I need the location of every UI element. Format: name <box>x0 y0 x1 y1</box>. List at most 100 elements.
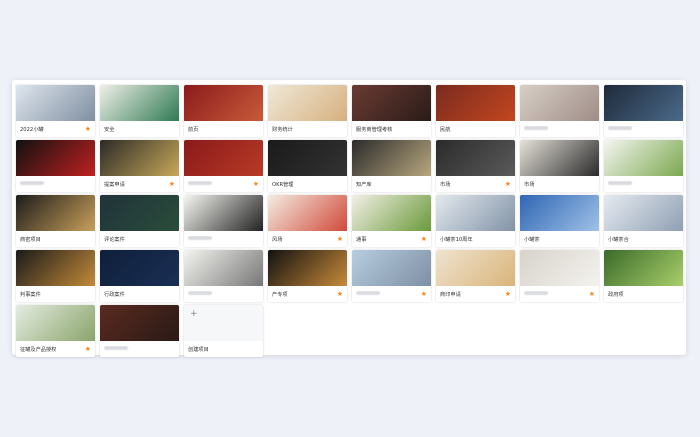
project-card[interactable]: 2022小罐 ★ <box>16 85 95 137</box>
project-meta: OKR管理 <box>268 176 347 192</box>
project-card[interactable] <box>184 250 263 302</box>
project-thumbnail <box>16 305 95 341</box>
project-card[interactable]: 市场 ★ <box>436 140 515 192</box>
star-icon[interactable]: ★ <box>337 235 343 243</box>
project-thumbnail <box>184 85 263 121</box>
project-card[interactable]: 商密项目 <box>16 195 95 247</box>
star-icon[interactable]: ★ <box>505 180 511 188</box>
project-meta <box>184 286 263 302</box>
project-card[interactable]: 前页 <box>184 85 263 137</box>
star-icon[interactable]: ★ <box>85 345 91 353</box>
project-title: 通事 <box>356 236 367 243</box>
project-thumbnail <box>16 140 95 176</box>
project-card[interactable]: 小罐茶合 <box>604 195 683 247</box>
project-meta: 通事 ★ <box>352 231 431 247</box>
project-meta: 小罐茶合 <box>604 231 683 247</box>
project-card[interactable]: ★ <box>352 250 431 302</box>
project-card[interactable]: OKR管理 <box>268 140 347 192</box>
redacted-title <box>188 181 212 185</box>
project-card[interactable] <box>184 195 263 247</box>
project-meta: 提案申请 ★ <box>100 176 179 192</box>
project-title: OKR管理 <box>272 181 294 188</box>
project-card[interactable] <box>100 305 179 357</box>
project-meta: 前页 <box>184 121 263 137</box>
star-icon[interactable]: ★ <box>421 290 427 298</box>
project-thumbnail <box>604 195 683 231</box>
project-meta: 市场 <box>520 176 599 192</box>
project-thumbnail <box>436 195 515 231</box>
project-card[interactable]: 服务商管理考核 <box>352 85 431 137</box>
project-thumbnail <box>520 250 599 286</box>
project-meta: 财务统计 <box>268 121 347 137</box>
project-thumbnail <box>604 140 683 176</box>
project-card[interactable]: 评论案件 <box>100 195 179 247</box>
project-title: 政府项 <box>608 291 624 298</box>
project-meta: ★ <box>520 286 599 302</box>
star-icon[interactable]: ★ <box>85 125 91 133</box>
project-meta <box>520 121 599 137</box>
projects-panel: 2022小罐 ★ 安全 前页 财务统计 服务商管理考核 民航 提案申请 ★ ★ OKR管理 知产库 市场… <box>12 80 686 357</box>
create-project-card[interactable]: + 创建项目 <box>184 305 263 357</box>
project-thumbnail <box>520 195 599 231</box>
project-title: 知产库 <box>356 181 372 188</box>
project-card[interactable]: 判事案件 <box>16 250 95 302</box>
project-card[interactable]: 风场 ★ <box>268 195 347 247</box>
project-meta <box>604 121 683 137</box>
project-meta: ★ <box>352 286 431 302</box>
project-card[interactable] <box>520 85 599 137</box>
project-title: 产专项 <box>272 291 288 298</box>
project-title: 商密项目 <box>20 236 41 243</box>
project-meta <box>16 176 95 192</box>
star-icon[interactable]: ★ <box>337 290 343 298</box>
project-meta: 民航 <box>436 121 515 137</box>
project-thumbnail <box>352 85 431 121</box>
project-thumbnail <box>100 85 179 121</box>
project-card[interactable]: 安全 <box>100 85 179 137</box>
project-card[interactable]: 小罐茶10周年 <box>436 195 515 247</box>
project-card[interactable]: 财务统计 <box>268 85 347 137</box>
project-card[interactable] <box>604 85 683 137</box>
project-card[interactable]: ★ <box>520 250 599 302</box>
project-card[interactable]: ★ <box>184 140 263 192</box>
redacted-title <box>608 126 632 130</box>
redacted-title <box>104 346 128 350</box>
project-title: 安全 <box>104 126 115 133</box>
project-meta: 政府项 <box>604 286 683 302</box>
star-icon[interactable]: ★ <box>505 290 511 298</box>
project-thumbnail <box>100 250 179 286</box>
project-card[interactable]: 征罐及产品授权 ★ <box>16 305 95 357</box>
plus-icon: + <box>190 309 198 319</box>
project-meta: 判事案件 <box>16 286 95 302</box>
project-title <box>188 291 259 297</box>
project-card[interactable] <box>604 140 683 192</box>
project-card[interactable]: 知产库 <box>352 140 431 192</box>
project-card[interactable]: 政府项 <box>604 250 683 302</box>
star-icon[interactable]: ★ <box>253 180 259 188</box>
project-card[interactable]: 商印申请 ★ <box>436 250 515 302</box>
project-title: 市场 <box>440 181 451 188</box>
project-title: 小罐茶 <box>524 236 540 243</box>
project-card[interactable]: 民航 <box>436 85 515 137</box>
project-thumbnail <box>604 250 683 286</box>
star-icon[interactable]: ★ <box>169 180 175 188</box>
star-icon[interactable]: ★ <box>589 290 595 298</box>
project-title: 商印申请 <box>440 291 461 298</box>
project-card[interactable]: 市场 <box>520 140 599 192</box>
project-grid: 2022小罐 ★ 安全 前页 财务统计 服务商管理考核 民航 提案申请 ★ ★ OKR管理 知产库 市场… <box>16 85 683 357</box>
project-thumbnail <box>436 85 515 121</box>
star-icon[interactable]: ★ <box>421 235 427 243</box>
redacted-title <box>188 236 212 240</box>
project-card[interactable]: 小罐茶 <box>520 195 599 247</box>
project-card[interactable]: 通事 ★ <box>352 195 431 247</box>
project-title <box>356 291 419 297</box>
project-thumbnail <box>100 195 179 231</box>
project-meta: 行政案件 <box>100 286 179 302</box>
project-card[interactable]: 提案申请 ★ <box>100 140 179 192</box>
project-card[interactable] <box>16 140 95 192</box>
project-title <box>608 181 679 187</box>
redacted-title <box>356 291 380 295</box>
project-card[interactable]: 产专项 ★ <box>268 250 347 302</box>
project-card[interactable]: 行政案件 <box>100 250 179 302</box>
project-meta: 风场 ★ <box>268 231 347 247</box>
project-thumbnail <box>436 140 515 176</box>
